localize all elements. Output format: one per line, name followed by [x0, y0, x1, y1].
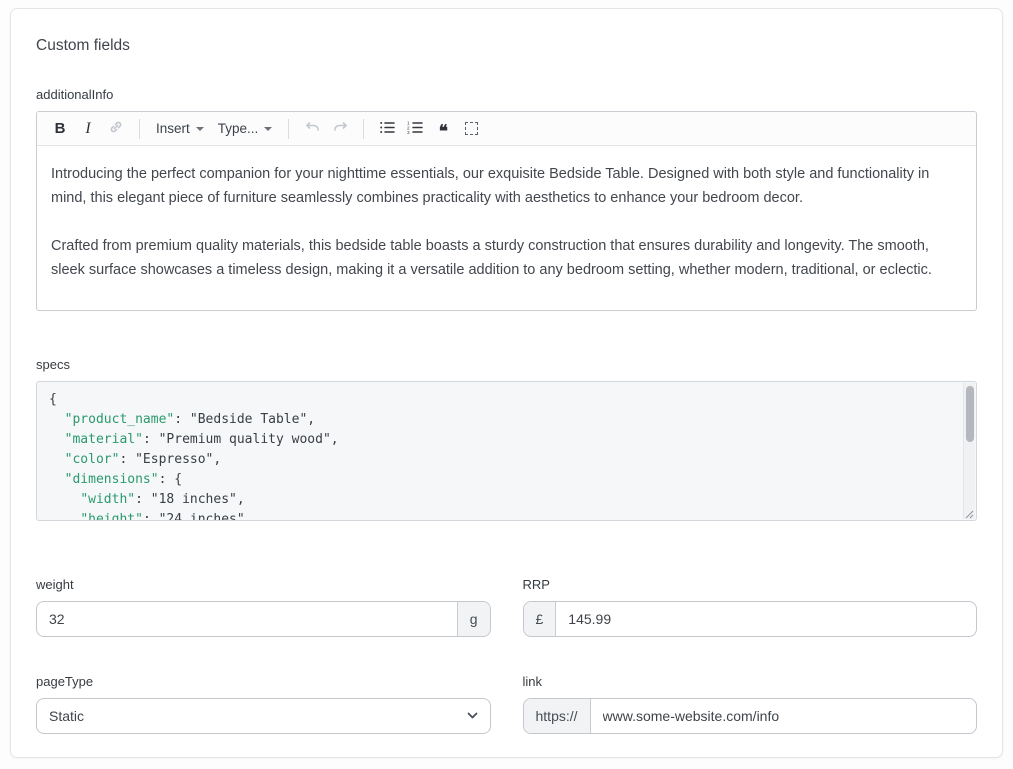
weight-input[interactable]	[37, 602, 457, 636]
field-specs: specs { "product_name": "Bedside Table",…	[36, 357, 977, 521]
page-title: Custom fields	[36, 37, 977, 55]
rrp-input-group: £	[523, 601, 978, 637]
field-rrp: RRP £	[523, 577, 978, 637]
horizontal-rule-icon	[465, 122, 478, 135]
link-input-group: https://	[523, 698, 978, 734]
type-menu-label: Type...	[218, 121, 259, 136]
rich-text-editor: B I Insert Typ	[36, 111, 977, 311]
link-protocol-addon: https://	[524, 699, 591, 733]
italic-button[interactable]: I	[75, 116, 101, 142]
field-additional-info: additionalInfo B I Insert	[36, 87, 977, 311]
page-type-select[interactable]: Static	[36, 698, 491, 734]
weight-input-group: g	[36, 601, 491, 637]
link-button[interactable]	[103, 116, 129, 142]
scrollbar-thumb[interactable]	[966, 386, 974, 442]
specs-label: specs	[36, 357, 977, 372]
additional-info-label: additionalInfo	[36, 87, 977, 102]
svg-text:3: 3	[407, 130, 410, 135]
weight-label: weight	[36, 577, 491, 592]
insert-menu-button[interactable]: Insert	[150, 116, 210, 142]
redo-icon	[332, 120, 349, 138]
chevron-down-icon	[264, 127, 272, 131]
toolbar-divider	[139, 119, 140, 139]
rrp-currency-addon: £	[524, 602, 557, 636]
link-icon	[108, 119, 124, 138]
editor-toolbar: B I Insert Typ	[37, 112, 976, 146]
ordered-list-icon: 1 2 3	[407, 120, 424, 138]
rrp-input[interactable]	[556, 602, 976, 636]
editor-paragraph: Introducing the perfect companion for yo…	[51, 162, 962, 210]
undo-icon	[304, 120, 321, 138]
page-type-select-wrap: Static	[36, 698, 491, 734]
field-page-type: pageType Static	[36, 674, 491, 734]
link-label: link	[523, 674, 978, 689]
specs-code: { "product_name": "Bedside Table", "mate…	[37, 382, 976, 521]
row-pagetype-link: pageType Static link https://	[36, 674, 977, 734]
specs-textarea[interactable]: { "product_name": "Bedside Table", "mate…	[36, 381, 977, 521]
resize-handle[interactable]	[963, 507, 975, 519]
insert-menu-label: Insert	[156, 121, 190, 136]
link-input[interactable]	[591, 699, 976, 733]
bullet-list-button[interactable]	[374, 116, 400, 142]
blockquote-button[interactable]: ❝	[430, 116, 456, 142]
field-link: link https://	[523, 674, 978, 734]
horizontal-rule-button[interactable]	[458, 116, 484, 142]
editor-paragraph: Crafted from premium quality materials, …	[51, 234, 962, 282]
rrp-label: RRP	[523, 577, 978, 592]
editor-content[interactable]: Introducing the perfect companion for yo…	[37, 146, 976, 311]
undo-button[interactable]	[299, 116, 325, 142]
type-menu-button[interactable]: Type...	[212, 116, 279, 142]
chevron-down-icon	[196, 127, 204, 131]
bullet-list-icon	[379, 120, 396, 138]
custom-fields-card: Custom fields additionalInfo B I	[10, 8, 1003, 758]
toolbar-divider	[288, 119, 289, 139]
weight-unit-addon: g	[457, 602, 490, 636]
page-type-label: pageType	[36, 674, 491, 689]
blockquote-icon: ❝	[439, 123, 448, 140]
field-weight: weight g	[36, 577, 491, 637]
bold-button[interactable]: B	[47, 116, 73, 142]
row-weight-rrp: weight g RRP £	[36, 577, 977, 637]
toolbar-divider	[363, 119, 364, 139]
redo-button[interactable]	[327, 116, 353, 142]
ordered-list-button[interactable]: 1 2 3	[402, 116, 428, 142]
